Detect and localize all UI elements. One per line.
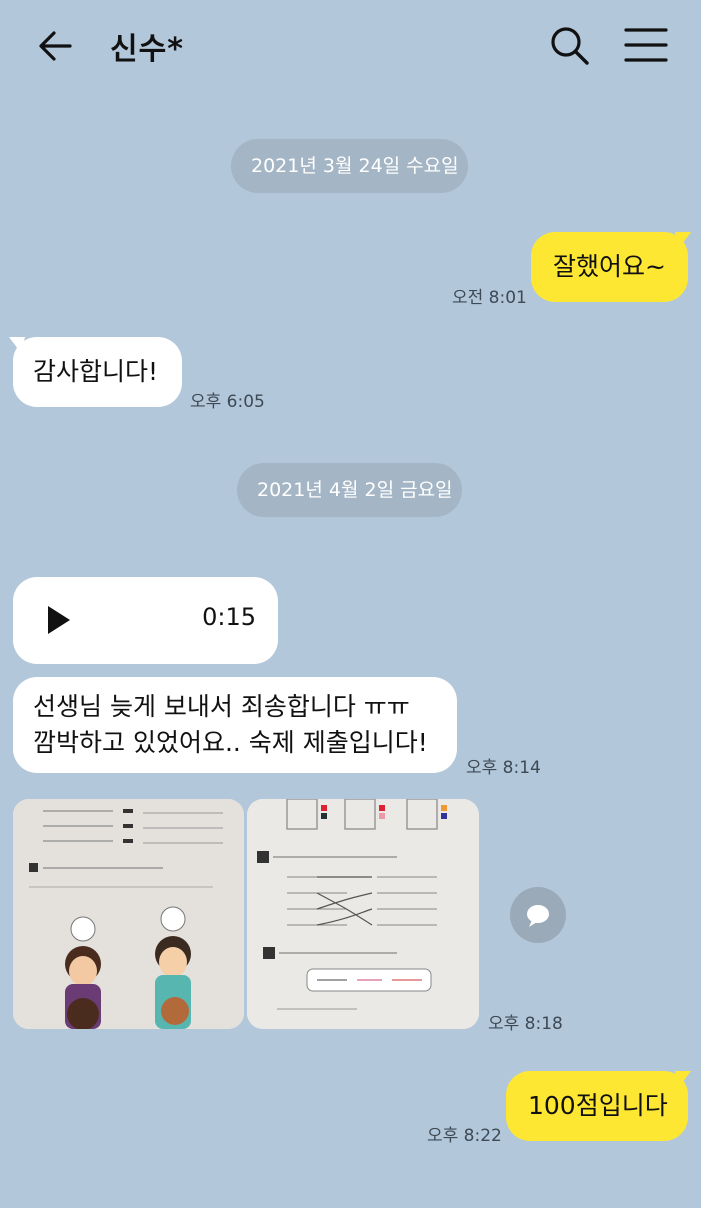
message-time: 오후 8:14 [466, 758, 541, 778]
chat-title: 신수* [110, 32, 184, 67]
message-text: 100점입니다 [528, 1091, 668, 1120]
photo-thumbnail[interactable] [247, 799, 479, 1029]
photo-thumbnail[interactable] [13, 799, 244, 1029]
menu-icon[interactable] [624, 26, 668, 64]
message-time: 오후 8:22 [427, 1126, 502, 1146]
share-icon [527, 905, 549, 927]
message-text-line: 선생님 늦게 보내서 죄송합니다 ㅠㅠ [33, 692, 410, 721]
my-message-bubble[interactable]: 잘했어요~ [531, 232, 691, 302]
their-message-bubble[interactable]: 감사합니다! [9, 337, 182, 407]
back-icon[interactable] [36, 26, 76, 66]
message-text: 감사합니다! [33, 357, 159, 386]
worksheet-photo [13, 799, 244, 1029]
bubble-tail [675, 232, 691, 248]
their-message-bubble[interactable]: 선생님 늦게 보내서 죄송합니다 ㅠㅠ 깜박하고 있었어요.. 숙제 제출입니다… [13, 677, 457, 773]
my-message-bubble[interactable]: 100점입니다 [506, 1071, 691, 1141]
worksheet-photo [247, 799, 479, 1029]
bubble-tail [675, 1071, 691, 1087]
message-time: 오후 8:18 [488, 1014, 563, 1034]
bubble-tail [9, 337, 25, 353]
date-divider: 2021년 4월 2일 금요일 [237, 463, 462, 517]
message-time: 오후 6:05 [190, 392, 265, 412]
message-text-line: 깜박하고 있었어요.. 숙제 제출입니다! [33, 728, 428, 757]
play-icon[interactable] [47, 605, 71, 635]
voice-duration: 0:15 [202, 603, 256, 631]
date-divider: 2021년 3월 24일 수요일 [231, 139, 468, 193]
share-button[interactable] [510, 887, 566, 943]
message-text: 잘했어요~ [553, 252, 666, 281]
search-icon[interactable] [548, 24, 590, 66]
voice-message[interactable]: 0:15 [13, 577, 278, 664]
message-time: 오전 8:01 [452, 288, 527, 308]
